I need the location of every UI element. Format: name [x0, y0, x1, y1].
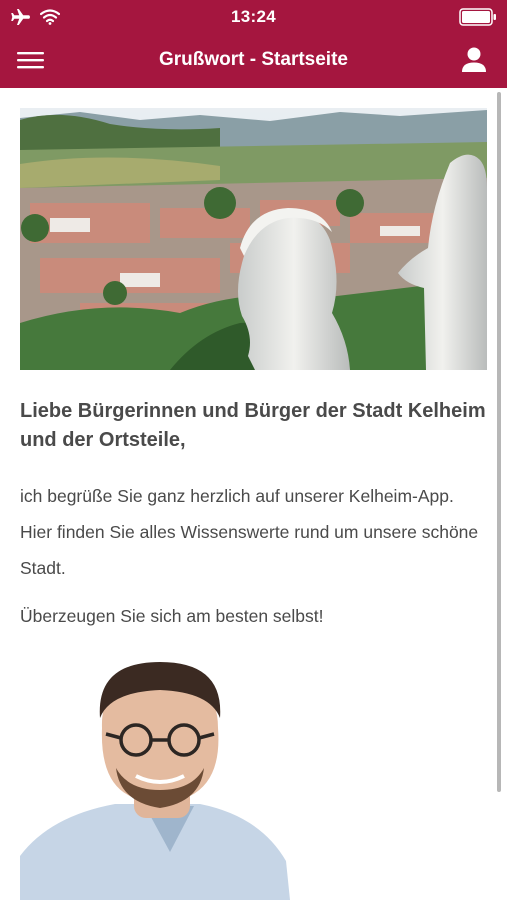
welcome-heading: Liebe Bürgerinnen und Bürger der Stadt K… [20, 400, 486, 451]
mayor-portrait [20, 656, 300, 900]
welcome-paragraph: ich begrüße Sie ganz herzlich auf unsere… [20, 486, 479, 578]
scrollbar[interactable] [497, 92, 501, 792]
battery-icon [459, 8, 496, 26]
hero-image-kelheim-panorama [20, 108, 487, 370]
status-time: 13:24 [231, 7, 276, 26]
content-area[interactable]: Liebe Bürgerinnen und Bürger der Stadt K… [0, 88, 507, 900]
profile-button[interactable] [461, 46, 491, 76]
navigation-bar: Grußwort - Startseite [0, 34, 507, 88]
status-right [459, 8, 497, 31]
invitation-paragraph: Überzeugen Sie sich am besten selbst! [20, 606, 324, 626]
user-profile-icon [462, 47, 486, 72]
page-title: Grußwort - Startseite [159, 49, 348, 70]
status-bar: 13:24 [0, 0, 507, 34]
